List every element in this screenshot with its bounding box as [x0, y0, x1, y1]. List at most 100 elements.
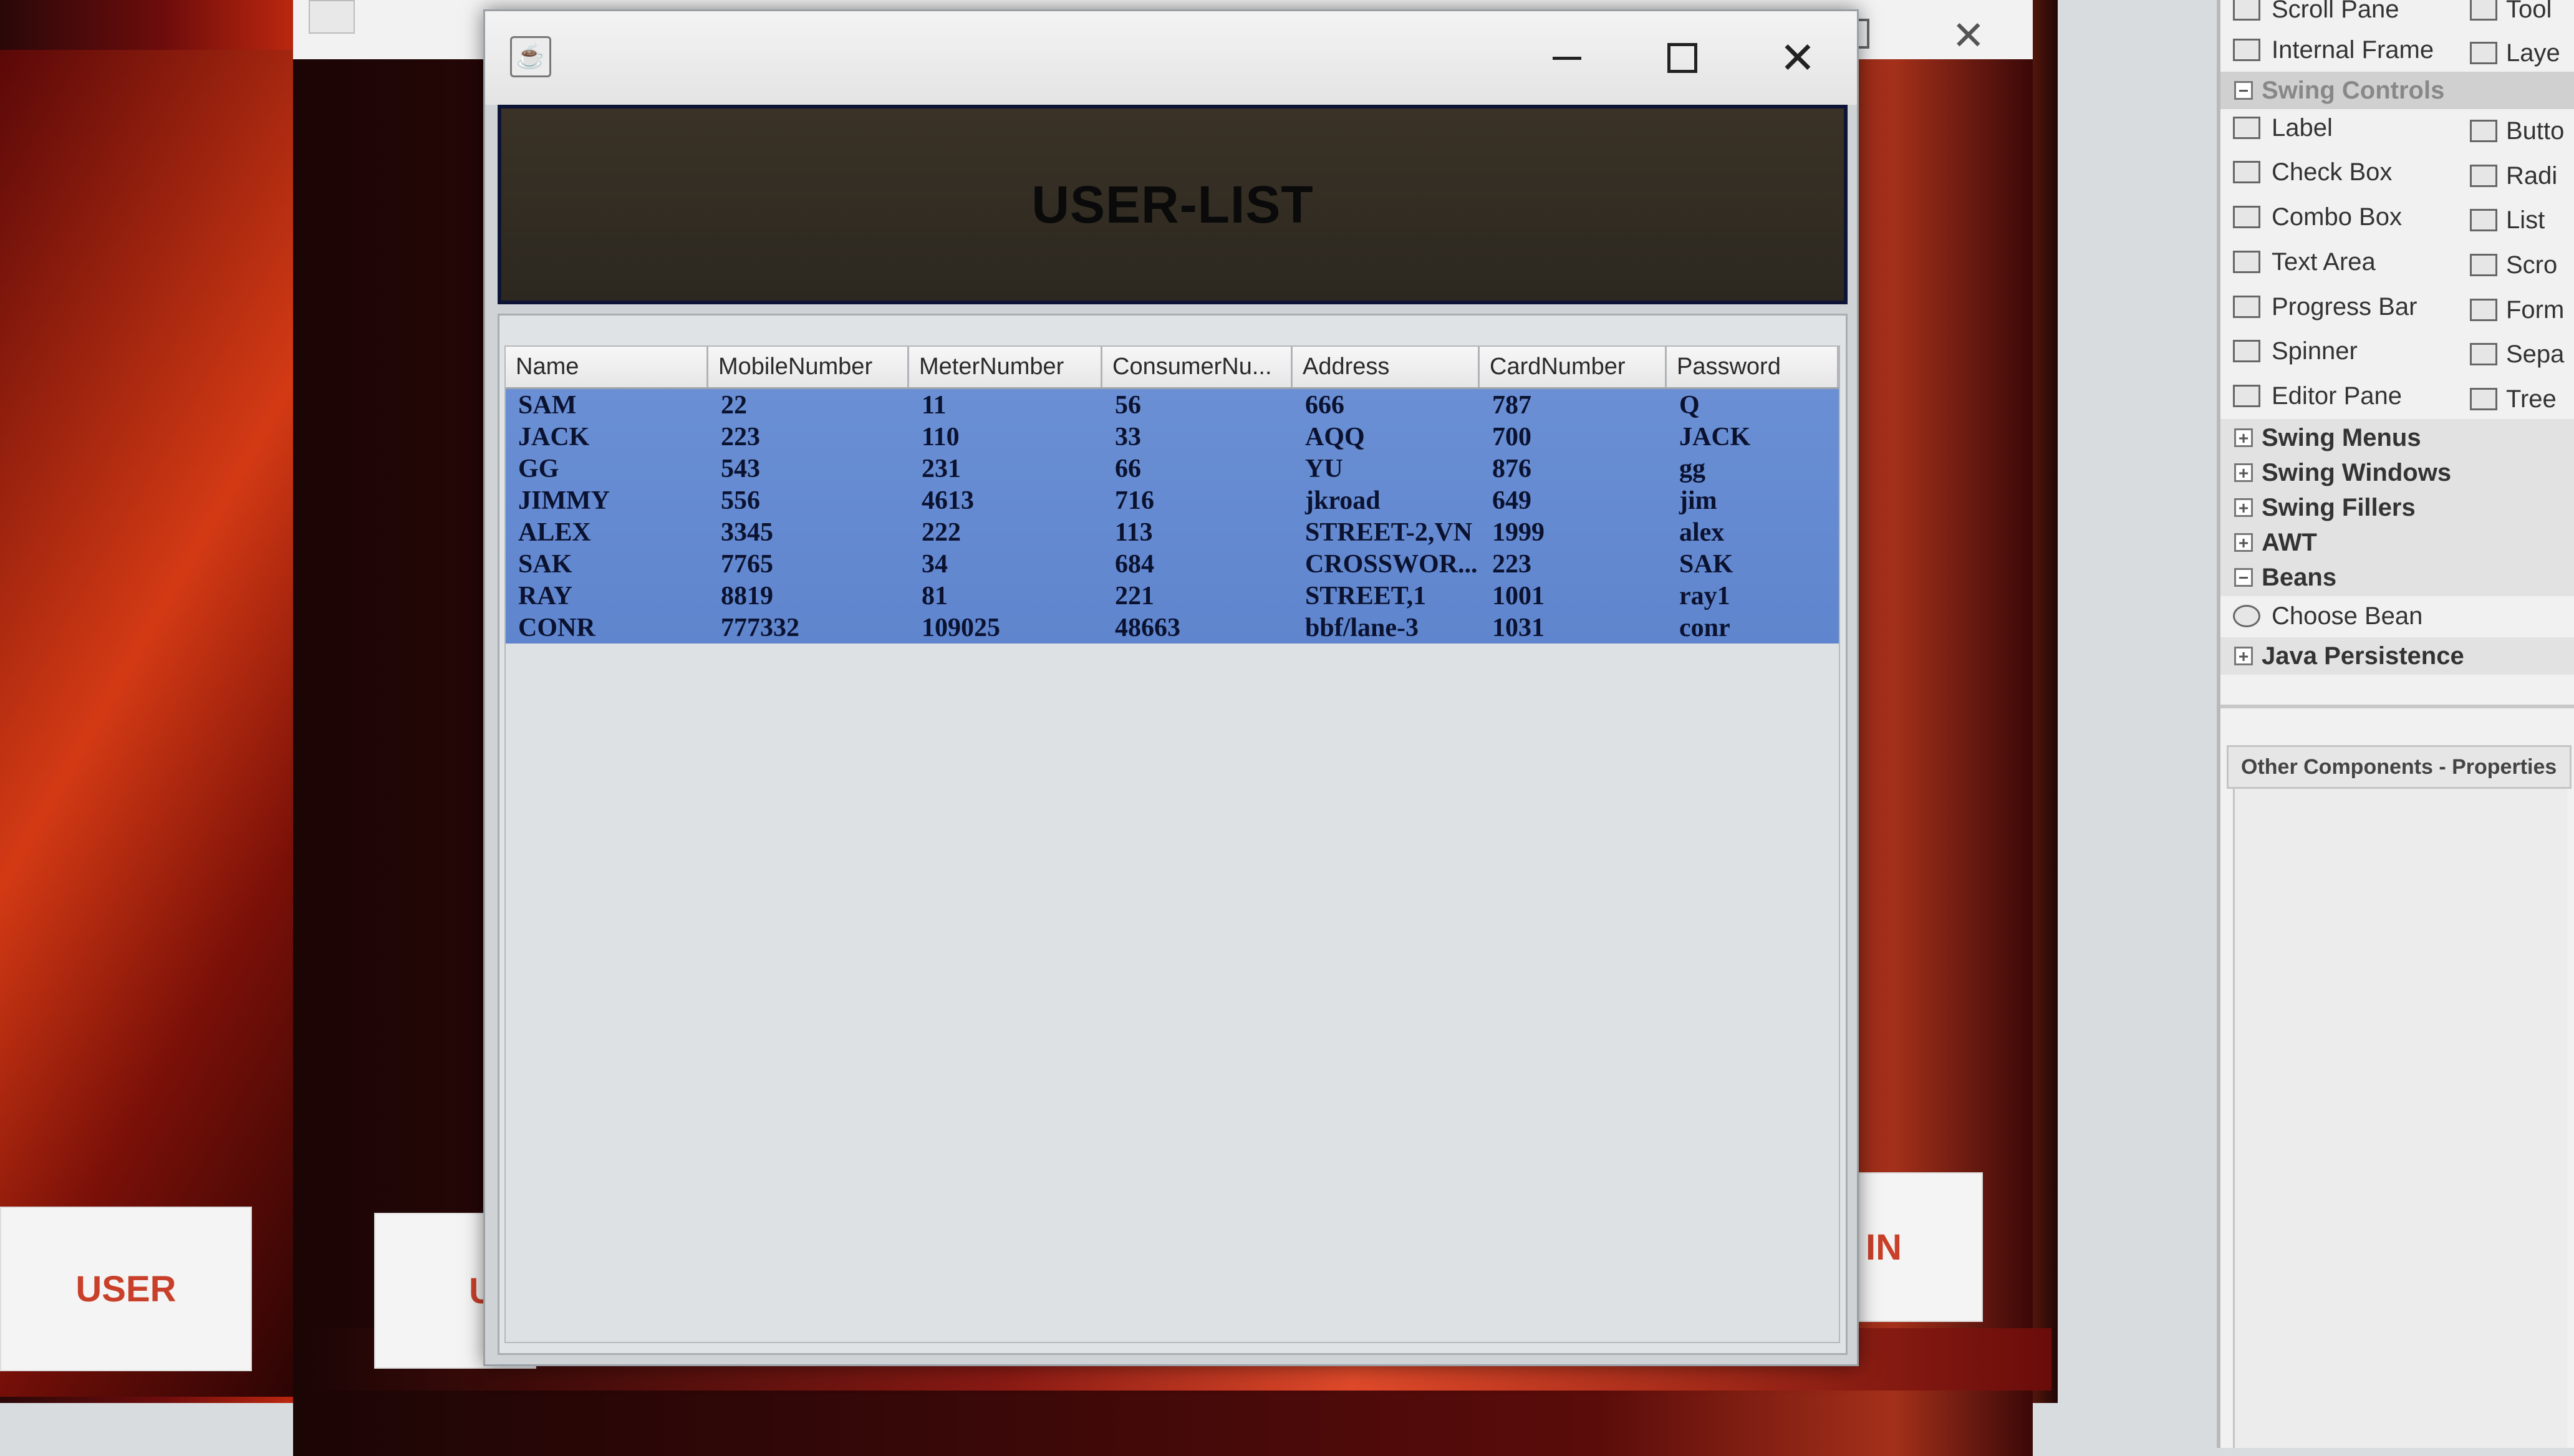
cell-name[interactable]: CONR	[506, 612, 708, 644]
cell-address[interactable]: YU	[1293, 453, 1480, 485]
cell-consumer-number[interactable]: 56	[1102, 389, 1293, 421]
cell-mobile-number[interactable]: 3345	[708, 516, 909, 548]
category-java-persistence[interactable]: + Java Persistence	[2220, 637, 2574, 675]
cell-card-number[interactable]: 876	[1480, 453, 1667, 485]
cell-password[interactable]: Q	[1667, 389, 1839, 421]
column-header-password[interactable]: Password	[1667, 347, 1839, 387]
palette-item-progress-bar[interactable]: Progress Bar	[2220, 288, 2417, 325]
category-swing-menus[interactable]: + Swing Menus	[2220, 419, 2574, 456]
cell-name[interactable]: ALEX	[506, 516, 708, 548]
palette-item-editor-pane[interactable]: Editor Pane	[2220, 377, 2402, 415]
palette-item-text-area[interactable]: Text Area	[2220, 243, 2376, 281]
palette-item-spinner[interactable]: Spinner	[2220, 332, 2358, 370]
category-swing-controls[interactable]: − Swing Controls	[2220, 72, 2574, 109]
palette-item-scroll-pane[interactable]: Scroll Pane	[2220, 0, 2399, 28]
cell-name[interactable]: SAM	[506, 389, 708, 421]
cell-password[interactable]: ray1	[1667, 580, 1839, 612]
cell-mobile-number[interactable]: 22	[708, 389, 909, 421]
palette-item-tool[interactable]: Tool	[2470, 0, 2552, 28]
table-row[interactable]: RAY 8819 81 221 STREET,1 1001 ray1	[506, 580, 1839, 612]
column-header-address[interactable]: Address	[1293, 347, 1480, 387]
cell-consumer-number[interactable]: 113	[1102, 516, 1293, 548]
column-header-name[interactable]: Name	[506, 347, 708, 387]
table-row[interactable]: JIMMY 556 4613 716 jkroad 649 jim	[506, 485, 1839, 516]
cell-address[interactable]: STREET,1	[1293, 580, 1480, 612]
cell-meter-number[interactable]: 110	[909, 421, 1102, 453]
cell-name[interactable]: RAY	[506, 580, 708, 612]
cell-name[interactable]: SAK	[506, 548, 708, 580]
maximize-button[interactable]	[1648, 30, 1717, 86]
background-close-icon[interactable]: ✕	[1952, 12, 1985, 59]
cell-consumer-number[interactable]: 684	[1102, 548, 1293, 580]
palette-item-formatted[interactable]: Form	[2470, 291, 2564, 329]
table-row[interactable]: SAK 7765 34 684 CROSSWOR... 223 SAK	[506, 548, 1839, 580]
close-button[interactable]: ✕	[1763, 30, 1832, 86]
cell-name[interactable]: JACK	[506, 421, 708, 453]
cell-address[interactable]: jkroad	[1293, 485, 1480, 516]
cell-mobile-number[interactable]: 777332	[708, 612, 909, 644]
category-awt[interactable]: + AWT	[2220, 524, 2574, 561]
cell-consumer-number[interactable]: 716	[1102, 485, 1293, 516]
cell-password[interactable]: jim	[1667, 485, 1839, 516]
table-row[interactable]: GG 543 231 66 YU 876 gg	[506, 453, 1839, 485]
palette-item-tree[interactable]: Tree	[2470, 380, 2557, 418]
palette-item-list[interactable]: List	[2470, 201, 2545, 239]
palette-item-internal-frame[interactable]: Internal Frame	[2220, 31, 2434, 69]
palette-item-combo-box[interactable]: Combo Box	[2220, 198, 2402, 236]
cell-mobile-number[interactable]: 7765	[708, 548, 909, 580]
palette-item-scroll[interactable]: Scro	[2470, 246, 2557, 284]
cell-card-number[interactable]: 787	[1480, 389, 1667, 421]
cell-mobile-number[interactable]: 543	[708, 453, 909, 485]
cell-address[interactable]: 666	[1293, 389, 1480, 421]
palette-item-label[interactable]: Label	[2220, 109, 2333, 147]
cell-meter-number[interactable]: 4613	[909, 485, 1102, 516]
cell-mobile-number[interactable]: 556	[708, 485, 909, 516]
cell-mobile-number[interactable]: 8819	[708, 580, 909, 612]
cell-password[interactable]: gg	[1667, 453, 1839, 485]
palette-item-separator[interactable]: Sepa	[2470, 335, 2564, 373]
cell-password[interactable]: JACK	[1667, 421, 1839, 453]
table-row[interactable]: CONR 777332 109025 48663 bbf/lane-3 1031…	[506, 612, 1839, 644]
column-header-card-number[interactable]: CardNumber	[1480, 347, 1667, 387]
column-header-mobile-number[interactable]: MobileNumber	[708, 347, 909, 387]
table-row[interactable]: JACK 223 110 33 AQQ 700 JACK	[506, 421, 1839, 453]
cell-address[interactable]: bbf/lane-3	[1293, 612, 1480, 644]
cell-meter-number[interactable]: 81	[909, 580, 1102, 612]
cell-consumer-number[interactable]: 33	[1102, 421, 1293, 453]
cell-meter-number[interactable]: 231	[909, 453, 1102, 485]
table-row[interactable]: ALEX 3345 222 113 STREET-2,VN 1999 alex	[506, 516, 1839, 548]
dialog-titlebar[interactable]: ☕ ✕	[485, 11, 1857, 105]
cell-card-number[interactable]: 700	[1480, 421, 1667, 453]
user-button[interactable]: USER	[0, 1207, 252, 1371]
cell-name[interactable]: JIMMY	[506, 485, 708, 516]
palette-item-radio[interactable]: Radi	[2470, 157, 2557, 195]
category-swing-fillers[interactable]: + Swing Fillers	[2220, 489, 2574, 526]
category-swing-windows[interactable]: + Swing Windows	[2220, 454, 2574, 491]
background-in-button[interactable]: IN	[1858, 1172, 1983, 1322]
cell-card-number[interactable]: 1031	[1480, 612, 1667, 644]
palette-divider[interactable]	[2220, 705, 2574, 708]
cell-address[interactable]: CROSSWOR...	[1293, 548, 1480, 580]
palette-item-layered[interactable]: Laye	[2470, 34, 2560, 72]
palette-item-button[interactable]: Butto	[2470, 112, 2564, 150]
minimize-button[interactable]	[1533, 30, 1601, 86]
cell-meter-number[interactable]: 11	[909, 389, 1102, 421]
cell-consumer-number[interactable]: 221	[1102, 580, 1293, 612]
cell-card-number[interactable]: 1999	[1480, 516, 1667, 548]
table-row[interactable]: SAM 22 11 56 666 787 Q	[506, 389, 1839, 421]
cell-card-number[interactable]: 649	[1480, 485, 1667, 516]
cell-card-number[interactable]: 1001	[1480, 580, 1667, 612]
cell-mobile-number[interactable]: 223	[708, 421, 909, 453]
cell-consumer-number[interactable]: 66	[1102, 453, 1293, 485]
cell-consumer-number[interactable]: 48663	[1102, 612, 1293, 644]
palette-item-choose-bean[interactable]: Choose Bean	[2220, 597, 2422, 635]
cell-meter-number[interactable]: 222	[909, 516, 1102, 548]
cell-address[interactable]: STREET-2,VN	[1293, 516, 1480, 548]
palette-item-check-box[interactable]: Check Box	[2220, 153, 2392, 191]
cell-password[interactable]: conr	[1667, 612, 1839, 644]
category-beans[interactable]: − Beans	[2220, 559, 2574, 596]
cell-meter-number[interactable]: 34	[909, 548, 1102, 580]
cell-address[interactable]: AQQ	[1293, 421, 1480, 453]
column-header-consumer-number[interactable]: ConsumerNu...	[1102, 347, 1293, 387]
cell-meter-number[interactable]: 109025	[909, 612, 1102, 644]
